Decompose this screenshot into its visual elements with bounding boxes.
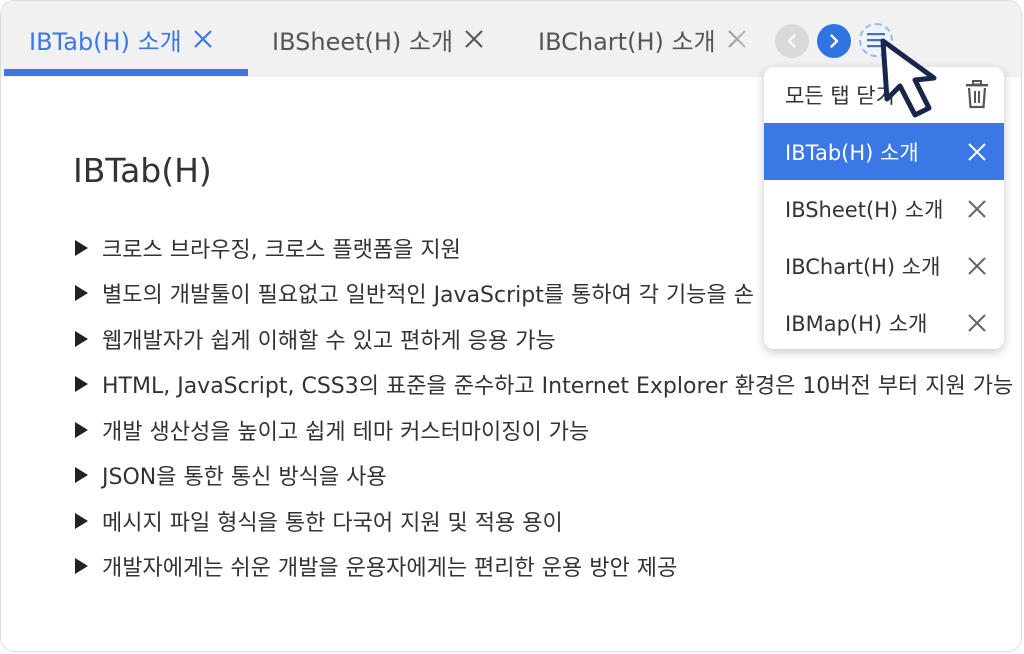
list-item-text: 웹개발자가 쉽게 이해할 수 있고 편하게 응용 가능 bbox=[102, 328, 556, 354]
list-item: HTML, JavaScript, CSS3의 표준을 준수하고 Interne… bbox=[75, 362, 1013, 408]
close-icon[interactable] bbox=[966, 198, 988, 220]
active-tab-indicator bbox=[4, 69, 248, 76]
bullet-triangle-icon bbox=[75, 558, 88, 575]
close-icon[interactable] bbox=[966, 255, 988, 277]
tab-ibsheet[interactable]: IBSheet(H) 소개 bbox=[272, 1, 485, 77]
tab-label: IBChart(H) 소개 bbox=[538, 27, 716, 56]
dropdown-item-ibsheet[interactable]: IBSheet(H) 소개 bbox=[764, 180, 1004, 237]
bullet-triangle-icon bbox=[75, 239, 88, 256]
chevron-right-icon bbox=[830, 34, 839, 48]
dropdown-item-label: IBChart(H) 소개 bbox=[785, 254, 941, 279]
list-item-text: HTML, JavaScript, CSS3의 표준을 준수하고 Interne… bbox=[102, 374, 1014, 400]
next-tab-button[interactable] bbox=[817, 24, 851, 58]
tab-ibchart[interactable]: IBChart(H) 소개 bbox=[538, 1, 748, 77]
close-icon[interactable] bbox=[966, 141, 988, 163]
dropdown-item-ibtab[interactable]: IBTab(H) 소개 bbox=[764, 123, 1004, 180]
list-item-text: 별도의 개발툴이 필요없고 일반적인 JavaScript를 통하여 각 기능을… bbox=[102, 283, 754, 309]
dropdown-item-label: IBMap(H) 소개 bbox=[785, 311, 928, 336]
chevron-left-icon bbox=[787, 34, 796, 48]
list-item: JSON을 통한 통신 방식을 사용 bbox=[75, 453, 1013, 499]
bullet-triangle-icon bbox=[75, 330, 88, 347]
tab-component: IBTab(H) 소개 IBSheet(H) 소개 IBChart(H) 소개 bbox=[0, 0, 1022, 652]
dropdown-item-label: IBSheet(H) 소개 bbox=[785, 197, 944, 222]
close-icon[interactable] bbox=[966, 312, 988, 334]
list-item-text: 크로스 브라우징, 크로스 플랫폼을 지원 bbox=[102, 237, 461, 263]
list-item: 개발 생산성을 높이고 쉽게 테마 커스터마이징이 가능 bbox=[75, 407, 1013, 453]
dropdown-item-ibmap[interactable]: IBMap(H) 소개 bbox=[764, 294, 1004, 349]
list-item-text: JSON을 통한 통신 방식을 사용 bbox=[102, 465, 387, 491]
bullet-triangle-icon bbox=[75, 512, 88, 529]
prev-tab-button[interactable] bbox=[775, 24, 809, 58]
tab-bar: IBTab(H) 소개 IBSheet(H) 소개 IBChart(H) 소개 bbox=[1, 1, 1021, 77]
list-item-text: 개발자에게는 쉬운 개발을 운용자에게는 편리한 운용 방안 제공 bbox=[102, 556, 678, 582]
tab-overflow-fade bbox=[721, 1, 771, 76]
list-item: 메시지 파일 형식을 통한 다국어 지원 및 적용 용이 bbox=[75, 498, 1013, 544]
list-item-text: 메시지 파일 형식을 통한 다국어 지원 및 적용 용이 bbox=[102, 510, 563, 536]
page-title: IBTab(H) bbox=[73, 151, 212, 190]
tab-label: IBTab(H) 소개 bbox=[29, 27, 182, 56]
bullet-triangle-icon bbox=[75, 376, 88, 393]
dropdown-item-label: IBTab(H) 소개 bbox=[785, 140, 919, 165]
mouse-pointer-icon bbox=[880, 38, 937, 118]
dropdown-item-ibchart[interactable]: IBChart(H) 소개 bbox=[764, 237, 1004, 294]
list-item: 개발자에게는 쉬운 개발을 운용자에게는 편리한 운용 방안 제공 bbox=[75, 544, 1013, 590]
list-item-text: 개발 생산성을 높이고 쉽게 테마 커스터마이징이 가능 bbox=[102, 419, 590, 445]
close-icon[interactable] bbox=[192, 28, 214, 50]
tab-label: IBSheet(H) 소개 bbox=[272, 27, 454, 56]
bullet-triangle-icon bbox=[75, 285, 88, 302]
close-icon[interactable] bbox=[463, 28, 485, 50]
bullet-triangle-icon bbox=[75, 467, 88, 484]
bullet-triangle-icon bbox=[75, 421, 88, 438]
tab-ibtab[interactable]: IBTab(H) 소개 bbox=[29, 1, 214, 77]
